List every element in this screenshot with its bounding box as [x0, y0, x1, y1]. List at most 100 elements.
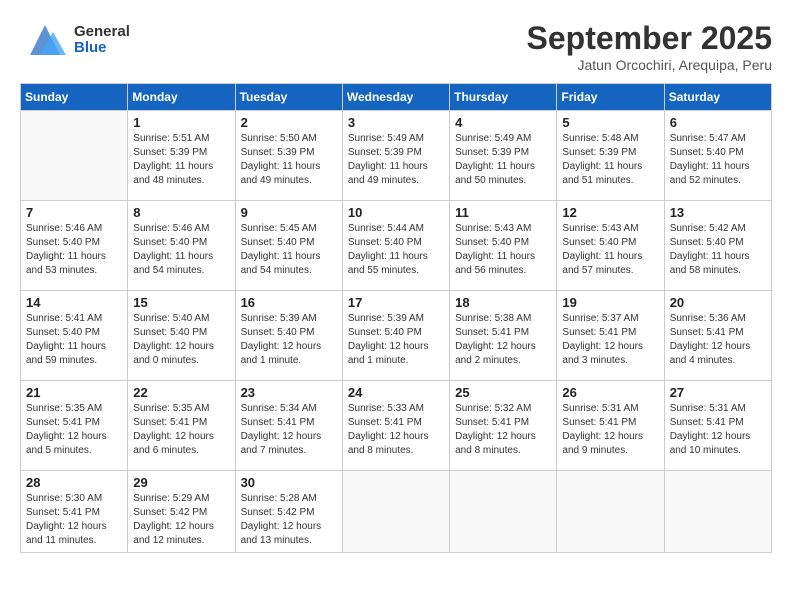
day-info: Sunrise: 5:46 AM Sunset: 5:40 PM Dayligh… [133, 222, 229, 278]
calendar-cell: 20Sunrise: 5:36 AM Sunset: 5:41 PM Dayli… [664, 291, 771, 381]
day-number: 3 [348, 115, 444, 130]
calendar-cell: 24 Sunrise: 5:33 AM Sunset: 5:41 PM Dayli… [342, 381, 449, 471]
column-header-tuesday: Tuesday [235, 84, 342, 111]
day-number: 25 [455, 385, 551, 400]
logo-icon [20, 20, 70, 60]
day-number: 8 [133, 205, 229, 220]
day-number: 14 [26, 295, 122, 310]
day-number: 30 [241, 475, 337, 490]
day-info: Sunrise: 5:49 AM Sunset: 5:39 PM Dayligh… [348, 132, 444, 188]
day-number: 17 [348, 295, 444, 310]
title-block: September 2025 Jatun Orcochiri, Arequipa… [527, 20, 772, 73]
calendar-cell: 26 Sunrise: 5:31 AM Sunset: 5:41 PM Dayli… [557, 381, 664, 471]
day-info: Sunrise: 5:33 AM Sunset: 5:41 PM Dayligh… [348, 402, 444, 458]
column-header-thursday: Thursday [450, 84, 557, 111]
day-info: Sunrise: 5:36 AM Sunset: 5:41 PM Dayligh… [670, 312, 766, 368]
calendar-cell: 30 Sunrise: 5:28 AM Sunset: 5:42 PM Dayli… [235, 471, 342, 553]
day-number: 5 [562, 115, 658, 130]
day-info: Sunrise: 5:46 AM Sunset: 5:40 PM Dayligh… [26, 222, 122, 278]
logo-blue: Blue [74, 40, 130, 57]
day-info: Sunrise: 5:40 AM Sunset: 5:40 PM Dayligh… [133, 312, 229, 368]
calendar-cell: 27 Sunrise: 5:31 AM Sunset: 5:41 PM Dayli… [664, 381, 771, 471]
calendar-cell: 14 Sunrise: 5:41 AM Sunset: 5:40 PM Dayli… [21, 291, 128, 381]
day-info: Sunrise: 5:32 AM Sunset: 5:41 PM Dayligh… [455, 402, 551, 458]
calendar-cell: 4 Sunrise: 5:49 AM Sunset: 5:39 PM Daylig… [450, 111, 557, 201]
day-info: Sunrise: 5:37 AM Sunset: 5:41 PM Dayligh… [562, 312, 658, 368]
calendar-cell [664, 471, 771, 553]
calendar-week-2: 7 Sunrise: 5:46 AM Sunset: 5:40 PM Daylig… [21, 201, 772, 291]
day-number: 26 [562, 385, 658, 400]
day-info: Sunrise: 5:41 AM Sunset: 5:40 PM Dayligh… [26, 312, 122, 368]
day-info: Sunrise: 5:29 AM Sunset: 5:42 PM Dayligh… [133, 492, 229, 548]
day-info: Sunrise: 5:42 AM Sunset: 5:40 PM Dayligh… [670, 222, 766, 278]
day-info: Sunrise: 5:28 AM Sunset: 5:42 PM Dayligh… [241, 492, 337, 548]
month-title: September 2025 [527, 20, 772, 57]
day-number: 21 [26, 385, 122, 400]
location: Jatun Orcochiri, Arequipa, Peru [527, 57, 772, 73]
day-number: 6 [670, 115, 766, 130]
day-info: Sunrise: 5:34 AM Sunset: 5:41 PM Dayligh… [241, 402, 337, 458]
calendar-cell: 8 Sunrise: 5:46 AM Sunset: 5:40 PM Daylig… [128, 201, 235, 291]
calendar-cell: 28Sunrise: 5:30 AM Sunset: 5:41 PM Dayli… [21, 471, 128, 553]
page-header: General Blue September 2025 Jatun Orcoch… [20, 20, 772, 73]
day-info: Sunrise: 5:43 AM Sunset: 5:40 PM Dayligh… [562, 222, 658, 278]
day-info: Sunrise: 5:51 AM Sunset: 5:39 PM Dayligh… [133, 132, 229, 188]
calendar-week-5: 28Sunrise: 5:30 AM Sunset: 5:41 PM Dayli… [21, 471, 772, 553]
calendar-cell: 5Sunrise: 5:48 AM Sunset: 5:39 PM Daylig… [557, 111, 664, 201]
calendar-cell: 10 Sunrise: 5:44 AM Sunset: 5:40 PM Dayli… [342, 201, 449, 291]
day-number: 19 [562, 295, 658, 310]
logo: General Blue [20, 20, 130, 60]
calendar-header-row: SundayMondayTuesdayWednesdayThursdayFrid… [21, 84, 772, 111]
calendar-cell: 6 Sunrise: 5:47 AM Sunset: 5:40 PM Daylig… [664, 111, 771, 201]
calendar-week-4: 21 Sunrise: 5:35 AM Sunset: 5:41 PM Dayli… [21, 381, 772, 471]
calendar-cell: 19 Sunrise: 5:37 AM Sunset: 5:41 PM Dayli… [557, 291, 664, 381]
day-number: 12 [562, 205, 658, 220]
calendar-cell: 22 Sunrise: 5:35 AM Sunset: 5:41 PM Dayli… [128, 381, 235, 471]
day-info: Sunrise: 5:31 AM Sunset: 5:41 PM Dayligh… [562, 402, 658, 458]
calendar-cell: 13 Sunrise: 5:42 AM Sunset: 5:40 PM Dayli… [664, 201, 771, 291]
calendar-cell: 7 Sunrise: 5:46 AM Sunset: 5:40 PM Daylig… [21, 201, 128, 291]
day-info: Sunrise: 5:31 AM Sunset: 5:41 PM Dayligh… [670, 402, 766, 458]
day-number: 4 [455, 115, 551, 130]
calendar-cell: 3 Sunrise: 5:49 AM Sunset: 5:39 PM Daylig… [342, 111, 449, 201]
calendar-cell: 23 Sunrise: 5:34 AM Sunset: 5:41 PM Dayli… [235, 381, 342, 471]
calendar-cell: 15 Sunrise: 5:40 AM Sunset: 5:40 PM Dayli… [128, 291, 235, 381]
day-info: Sunrise: 5:45 AM Sunset: 5:40 PM Dayligh… [241, 222, 337, 278]
day-info: Sunrise: 5:50 AM Sunset: 5:39 PM Dayligh… [241, 132, 337, 188]
calendar-cell: 29Sunrise: 5:29 AM Sunset: 5:42 PM Dayli… [128, 471, 235, 553]
day-number: 27 [670, 385, 766, 400]
day-number: 1 [133, 115, 229, 130]
day-info: Sunrise: 5:38 AM Sunset: 5:41 PM Dayligh… [455, 312, 551, 368]
day-info: Sunrise: 5:47 AM Sunset: 5:40 PM Dayligh… [670, 132, 766, 188]
day-number: 10 [348, 205, 444, 220]
day-info: Sunrise: 5:44 AM Sunset: 5:40 PM Dayligh… [348, 222, 444, 278]
logo-general: General [74, 24, 130, 41]
day-number: 11 [455, 205, 551, 220]
day-info: Sunrise: 5:49 AM Sunset: 5:39 PM Dayligh… [455, 132, 551, 188]
calendar-cell: 17 Sunrise: 5:39 AM Sunset: 5:40 PM Dayli… [342, 291, 449, 381]
day-number: 2 [241, 115, 337, 130]
day-number: 23 [241, 385, 337, 400]
calendar-cell [450, 471, 557, 553]
calendar-cell: 1 Sunrise: 5:51 AM Sunset: 5:39 PM Daylig… [128, 111, 235, 201]
day-number: 16 [241, 295, 337, 310]
day-info: Sunrise: 5:39 AM Sunset: 5:40 PM Dayligh… [348, 312, 444, 368]
day-number: 9 [241, 205, 337, 220]
column-header-monday: Monday [128, 84, 235, 111]
day-number: 24 [348, 385, 444, 400]
day-info: Sunrise: 5:35 AM Sunset: 5:41 PM Dayligh… [133, 402, 229, 458]
column-header-wednesday: Wednesday [342, 84, 449, 111]
calendar-cell [342, 471, 449, 553]
column-header-saturday: Saturday [664, 84, 771, 111]
day-number: 22 [133, 385, 229, 400]
calendar-cell: 11Sunrise: 5:43 AM Sunset: 5:40 PM Dayli… [450, 201, 557, 291]
calendar-cell: 18Sunrise: 5:38 AM Sunset: 5:41 PM Dayli… [450, 291, 557, 381]
day-info: Sunrise: 5:30 AM Sunset: 5:41 PM Dayligh… [26, 492, 122, 548]
day-number: 13 [670, 205, 766, 220]
logo-text: General Blue [74, 24, 130, 57]
day-number: 15 [133, 295, 229, 310]
calendar-cell: 2 Sunrise: 5:50 AM Sunset: 5:39 PM Daylig… [235, 111, 342, 201]
day-number: 7 [26, 205, 122, 220]
calendar-cell [21, 111, 128, 201]
day-info: Sunrise: 5:35 AM Sunset: 5:41 PM Dayligh… [26, 402, 122, 458]
